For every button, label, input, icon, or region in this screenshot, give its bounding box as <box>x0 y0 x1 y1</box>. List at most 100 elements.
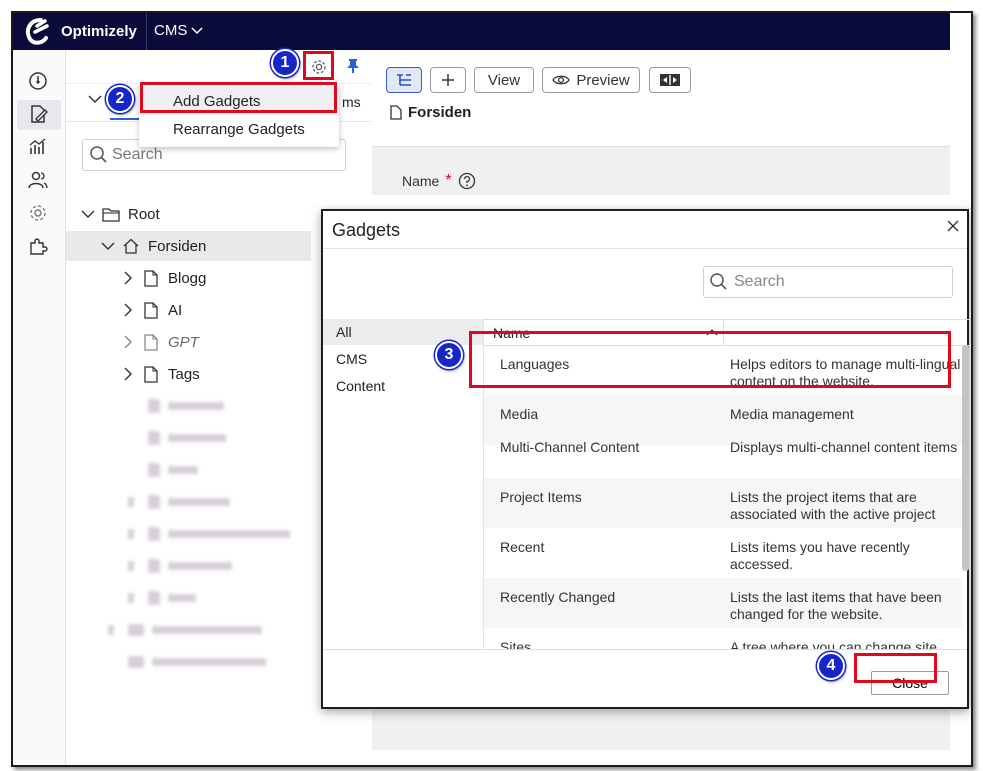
gadget-name: Recently Changed <box>500 589 616 605</box>
gadget-search-input[interactable] <box>732 272 946 292</box>
tree-item-blogg[interactable]: Blogg <box>120 263 206 293</box>
chevron-right-icon[interactable] <box>120 271 136 285</box>
tree-item-root[interactable]: Root <box>80 199 160 229</box>
content-footer-strip <box>372 710 950 750</box>
chevron-down-icon[interactable] <box>100 242 116 251</box>
redacted-tree-item <box>128 556 232 576</box>
plus-icon <box>442 74 454 86</box>
name-field-label: Name * <box>402 172 476 190</box>
page-icon <box>142 301 160 319</box>
table-header: Name <box>484 319 971 346</box>
redacted-tree-item <box>128 524 290 544</box>
gadget-name: Multi-Channel Content <box>500 439 640 455</box>
page-icon <box>390 105 402 120</box>
redacted-tree-item <box>148 428 226 448</box>
page-icon <box>142 269 160 287</box>
pane-settings-button[interactable] <box>308 56 330 78</box>
tree-item-label: AI <box>168 301 183 319</box>
top-bar: Optimizely CMS <box>13 13 950 50</box>
tree-item-gpt[interactable]: GPT <box>120 327 199 357</box>
gadget-row-languages[interactable]: Languages Helps editors to manage multi-… <box>484 345 962 395</box>
close-icon[interactable] <box>947 220 959 232</box>
compare-arrows-icon <box>660 74 680 86</box>
gadget-description: A tree where you can change site <box>730 639 938 649</box>
redacted-tree-item <box>148 396 224 416</box>
close-button[interactable]: Close <box>871 671 949 695</box>
tree-item-tags[interactable]: Tags <box>120 359 200 389</box>
sort-ascending-icon[interactable] <box>706 328 718 336</box>
chevron-down-icon[interactable] <box>88 95 102 104</box>
dashboard-icon[interactable] <box>27 70 51 94</box>
search-icon <box>90 146 107 163</box>
tree-item-label: Tags <box>168 365 200 383</box>
add-button[interactable] <box>430 67 466 93</box>
pane-settings-menu: Add Gadgets Rearrange Gadgets <box>139 83 339 147</box>
help-icon[interactable] <box>458 172 476 190</box>
tree-item-ai[interactable]: AI <box>120 295 182 325</box>
edit-content-icon[interactable] <box>27 103 51 127</box>
tree-item-label: GPT <box>168 333 199 351</box>
gadget-name: Media <box>500 406 539 422</box>
gadget-name: Sites <box>500 639 532 649</box>
tree-item-label: Forsiden <box>148 237 207 255</box>
gadget-row-multi-channel-content[interactable]: Multi-Channel Content Displays multi-cha… <box>484 428 962 478</box>
compare-button[interactable] <box>649 67 691 93</box>
redacted-tree-item <box>148 460 198 480</box>
chevron-right-icon[interactable] <box>120 367 136 381</box>
add-gadgets-menu-item[interactable]: Add Gadgets <box>139 87 339 115</box>
gadget-row-recent[interactable]: Recent Lists items you have recently acc… <box>484 528 962 578</box>
users-icon[interactable] <box>27 169 51 193</box>
gadget-name: Recent <box>500 539 545 555</box>
gadget-row-project-items[interactable]: Project Items Lists the project items th… <box>484 478 962 528</box>
step-badge-1: 1 <box>271 49 299 77</box>
dialog-footer-divider <box>323 649 967 650</box>
page-title-text: Forsiden <box>408 104 472 121</box>
chevron-down-icon[interactable] <box>80 210 96 219</box>
pane-header <box>66 50 371 84</box>
navigation-rail <box>13 50 66 765</box>
chevron-down-icon <box>191 26 203 34</box>
gadget-name: Languages <box>500 356 570 372</box>
dialog-title: Gadgets <box>332 220 401 240</box>
home-icon <box>122 238 140 254</box>
optimizely-logo-icon[interactable] <box>21 17 53 47</box>
eye-icon <box>552 75 571 85</box>
add-ons-puzzle-icon[interactable] <box>27 235 51 259</box>
analytics-icon[interactable] <box>27 136 51 160</box>
rearrange-gadgets-menu-item[interactable]: Rearrange Gadgets <box>139 115 339 143</box>
gadget-description: Lists the project items that are associa… <box>730 489 936 522</box>
chevron-right-icon[interactable] <box>120 335 136 349</box>
required-marker: * <box>445 172 452 189</box>
toggle-tree-button[interactable] <box>386 67 422 93</box>
gadget-description: Helps editors to manage multi-lingual co… <box>730 356 961 389</box>
search-icon <box>710 273 727 290</box>
page-icon <box>142 333 160 351</box>
gadgets-dialog: Gadgets All CMS Content Name Languages H… <box>321 209 971 709</box>
gadget-row-sites[interactable]: Sites A tree where you can change site <box>484 628 962 649</box>
content-toolbar: View Preview Forsiden <box>372 50 950 147</box>
preview-button[interactable]: Preview <box>542 67 640 93</box>
brand-name: Optimizely <box>61 23 137 40</box>
preview-label: Preview <box>576 71 630 89</box>
category-all[interactable]: All <box>323 319 483 345</box>
tab-label-partial[interactable]: ms <box>342 94 361 110</box>
gadget-row-recently-changed[interactable]: Recently Changed Lists the last items th… <box>484 578 962 628</box>
gadget-description: Media management <box>730 406 854 422</box>
topbar-divider <box>146 13 147 50</box>
step-badge-3: 3 <box>435 341 463 369</box>
column-header-name[interactable]: Name <box>484 320 724 345</box>
gadget-search-box[interactable] <box>703 266 953 298</box>
page-title: Forsiden <box>390 104 471 121</box>
settings-gear-icon[interactable] <box>27 202 51 226</box>
tree-item-forsiden[interactable]: Forsiden <box>66 231 311 261</box>
chevron-right-icon[interactable] <box>120 303 136 317</box>
view-button[interactable]: View <box>474 67 534 93</box>
category-content[interactable]: Content <box>323 373 483 399</box>
redacted-tree-item <box>128 588 196 608</box>
tree-search-input[interactable] <box>110 145 344 165</box>
tree-item-label: Root <box>128 205 160 223</box>
pin-icon[interactable] <box>346 58 360 74</box>
table-scrollbar[interactable] <box>962 345 969 571</box>
dialog-header-divider <box>323 248 967 249</box>
product-menu[interactable]: CMS <box>154 22 203 39</box>
